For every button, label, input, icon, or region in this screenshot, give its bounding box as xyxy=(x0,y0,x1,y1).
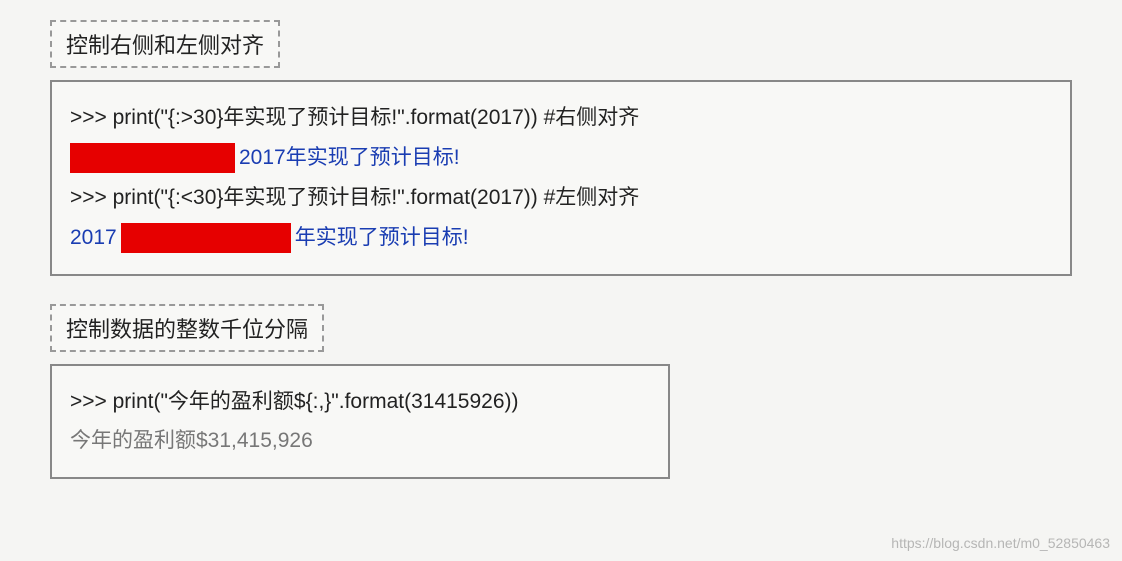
redaction-block-2 xyxy=(121,223,291,253)
section-2: 控制数据的整数千位分隔 >>> print("今年的盈利额${:,}".form… xyxy=(50,304,1072,480)
section-1: 控制右侧和左侧对齐 >>> print("{:>30}年实现了预计目标!".fo… xyxy=(50,20,1072,276)
code-line-2: >>> print("{:<30}年实现了预计目标!".format(2017)… xyxy=(70,178,1052,218)
section-1-title: 控制右侧和左侧对齐 xyxy=(50,20,280,68)
code-line-3: >>> print("今年的盈利额${:,}".format(31415926)… xyxy=(70,382,650,422)
code-box-1: >>> print("{:>30}年实现了预计目标!".format(2017)… xyxy=(50,80,1072,276)
code-box-2: >>> print("今年的盈利额${:,}".format(31415926)… xyxy=(50,364,670,480)
output-line-1: 2017年实现了预计目标! xyxy=(70,138,1052,178)
watermark: https://blog.csdn.net/m0_52850463 xyxy=(891,535,1110,551)
output-text-1: 2017年实现了预计目标! xyxy=(239,138,460,178)
output-line-3: 今年的盈利额$31,415,926 xyxy=(70,421,650,461)
output-text-2-tail: 年实现了预计目标! xyxy=(295,218,469,258)
code-line-1: >>> print("{:>30}年实现了预计目标!".format(2017)… xyxy=(70,98,1052,138)
output-text-2-head: 2017 xyxy=(70,218,117,258)
section-2-title: 控制数据的整数千位分隔 xyxy=(50,304,324,352)
redaction-block-1 xyxy=(70,143,235,173)
output-line-2: 2017 年实现了预计目标! xyxy=(70,218,1052,258)
